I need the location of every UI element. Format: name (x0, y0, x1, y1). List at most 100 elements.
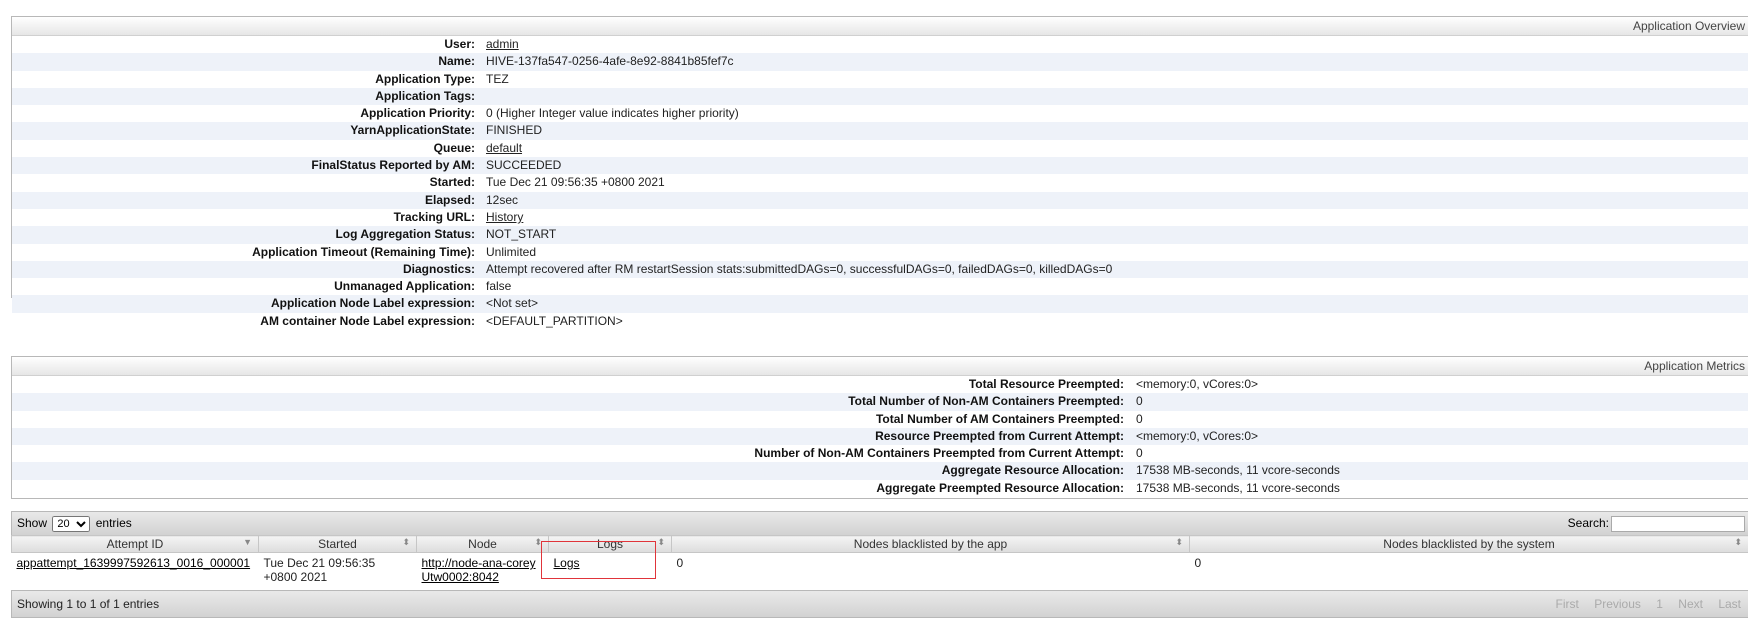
overview-row: Log Aggregation Status: NOT_START (12, 226, 1748, 244)
metrics-value: 0 (1136, 411, 1143, 426)
metrics-row: Resource Preempted from Current Attempt:… (12, 427, 1748, 446)
sort-icon: ⬍ (1175, 537, 1183, 547)
attempts-table-toolbar: Show 20 entries Search: (11, 511, 1748, 536)
next-page-button[interactable]: Next (1678, 597, 1703, 611)
overview-label: Application Tags: (375, 88, 475, 103)
overview-label: Application Priority: (360, 106, 475, 121)
search-label: Search: (1567, 516, 1609, 530)
overview-row: AM container Node Label expression: <DEFA… (12, 313, 1748, 330)
overview-label: Started: (429, 175, 475, 190)
application-overview-panel: Application Overview User: admin Name: HIVE… (11, 16, 1748, 328)
column-header-started[interactable]: Started ⬍ (258, 535, 417, 553)
overview-row: Queue: default (12, 140, 1748, 157)
overview-value: 12sec (486, 192, 519, 207)
node-link[interactable]: http://node-ana-coreyUtw0002:8042 (422, 556, 536, 584)
application-metrics-panel: Application Metrics Total Resource Preem… (11, 356, 1748, 499)
metrics-value: 0 (1136, 394, 1143, 409)
metrics-row: Total Resource Preempted: <memory:0, vCor… (12, 376, 1748, 393)
metrics-label: Total Number of AM Containers Preempted: (875, 411, 1124, 426)
overview-label: Diagnostics: (402, 261, 475, 276)
overview-value: <DEFAULT_PARTITION> (486, 313, 623, 328)
metrics-label: Total Number of Non-AM Containers Preemp… (848, 394, 1124, 409)
attempts-table: Attempt ID ▼ Started ⬍ Node ⬍ Logs ⬍ Nodes b… (11, 535, 1748, 587)
overview-row: Application Tags: (12, 87, 1748, 106)
metrics-label: Total Resource Preempted: (968, 377, 1124, 391)
overview-row: Diagnostics: Attempt recovered after RM r… (12, 260, 1748, 279)
sort-icon: ⬍ (657, 537, 665, 547)
overview-label: Application Node Label expression: (270, 296, 475, 311)
previous-page-button[interactable]: Previous (1594, 597, 1641, 611)
overview-link[interactable]: default (486, 140, 522, 157)
overview-row: Application Type: TEZ (12, 71, 1748, 88)
overview-row: Tracking URL: History (12, 209, 1748, 226)
metrics-row: Aggregate Preempted Resource Allocation:… (12, 480, 1748, 497)
application-metrics-rows: Total Resource Preempted: <memory:0, vCor… (12, 376, 1748, 497)
sort-icon: ⬍ (1734, 537, 1742, 547)
logs-highlight-box (541, 541, 656, 579)
page-1-button[interactable]: 1 (1656, 597, 1663, 611)
overview-value: <Not set> (486, 296, 539, 311)
application-metrics-title: Application Metrics (12, 357, 1748, 376)
metrics-row: Number of Non-AM Containers Preempted fr… (12, 445, 1748, 462)
metrics-row: Total Number of Non-AM Containers Preemp… (12, 393, 1748, 411)
overview-row: Application Priority: 0 (Higher Integer v… (12, 105, 1748, 122)
attempts-table-header: Attempt ID ▼ Started ⬍ Node ⬍ Logs ⬍ Nodes b… (11, 535, 1748, 553)
application-overview-title: Application Overview (12, 17, 1748, 36)
overview-link[interactable]: History (486, 209, 523, 226)
overview-value: TEZ (486, 71, 509, 86)
overview-label: Application Timeout (Remaining Time): (252, 244, 475, 259)
started-cell: Tue Dec 21 09:56:35 +0800 2021 (263, 556, 376, 584)
overview-label: AM container Node Label expression: (260, 313, 475, 328)
blacklisted-app-cell: 0 (676, 556, 684, 570)
overview-label: Log Aggregation Status: (335, 227, 475, 242)
overview-row: Unmanaged Application: false (12, 278, 1748, 295)
metrics-row: Total Number of AM Containers Preempted:… (12, 411, 1748, 428)
column-header-nodes-blacklisted-system[interactable]: Nodes blacklisted by the system ⬍ (1189, 535, 1748, 553)
entries-label: entries (95, 516, 132, 530)
overview-label: FinalStatus Reported by AM: (311, 158, 475, 173)
sort-icon: ⬍ (402, 537, 410, 547)
metrics-value: 17538 MB-seconds, 11 vcore-seconds (1136, 463, 1340, 478)
overview-value: SUCCEEDED (486, 158, 562, 173)
overview-label: Queue: (433, 140, 475, 155)
overview-value: NOT_START (486, 227, 557, 242)
metrics-row: Aggregate Resource Allocation: 17538 MB-s… (12, 462, 1748, 480)
overview-value: Tue Dec 21 09:56:35 +0800 2021 (486, 175, 665, 190)
column-header-nodes-blacklisted-app[interactable]: Nodes blacklisted by the app ⬍ (671, 535, 1190, 553)
column-header-node[interactable]: Node ⬍ (416, 535, 549, 553)
attempt-id-link[interactable]: appattempt_1639997592613_0016_000001 (17, 556, 251, 570)
overview-label: Name: (438, 54, 475, 69)
overview-label: Unmanaged Application: (334, 279, 475, 294)
blacklisted-system-cell: 0 (1194, 556, 1202, 570)
first-page-button[interactable]: First (1556, 597, 1579, 611)
table-info: Showing 1 to 1 of 1 entries (17, 597, 160, 611)
overview-value: Unlimited (486, 244, 537, 259)
metrics-value: 0 (1136, 446, 1143, 461)
overview-row: Application Timeout (Remaining Time): Unl… (12, 244, 1748, 261)
search-input[interactable] (1611, 516, 1745, 532)
node-cell: http://node-ana-coreyUtw0002:8042 (417, 553, 549, 588)
overview-label: YarnApplicationState: (350, 123, 475, 138)
search-control: Search: (1568, 516, 1745, 532)
overview-row: Name: HIVE-137fa547-0256-4afe-8e92-8841b8… (12, 53, 1748, 71)
overview-row: Elapsed: 12sec (12, 191, 1748, 209)
application-overview-rows: User: admin Name: HIVE-137fa547-0256-4afe-8… (12, 36, 1748, 330)
overview-link[interactable]: admin (486, 36, 519, 53)
overview-row: Started: Tue Dec 21 09:56:35 +0800 2021 (12, 174, 1748, 191)
page-length-select[interactable]: 20 (52, 516, 91, 532)
metrics-label: Number of Non-AM Containers Preempted fr… (754, 446, 1124, 461)
attempts-table-footer: Showing 1 to 1 of 1 entries First Previo… (11, 590, 1748, 618)
metrics-label: Resource Preempted from Current Attempt: (875, 428, 1124, 443)
overview-label: User: (444, 37, 475, 51)
last-page-button[interactable]: Last (1718, 597, 1741, 611)
overview-label: Application Type: (375, 71, 475, 86)
pagination: First Previous 1 Next Last (1544, 597, 1741, 611)
sort-desc-icon: ▼ (243, 537, 252, 547)
overview-row: Application Node Label expression: <Not s… (12, 295, 1748, 313)
overview-value: false (486, 279, 512, 294)
overview-value: FINISHED (486, 123, 543, 138)
overview-row: User: admin (12, 36, 1748, 53)
column-header-attempt-id[interactable]: Attempt ID ▼ (11, 535, 259, 553)
overview-value: HIVE-137fa547-0256-4afe-8e92-8841b85fef7… (486, 54, 734, 69)
metrics-label: Aggregate Preempted Resource Allocation: (876, 480, 1124, 495)
